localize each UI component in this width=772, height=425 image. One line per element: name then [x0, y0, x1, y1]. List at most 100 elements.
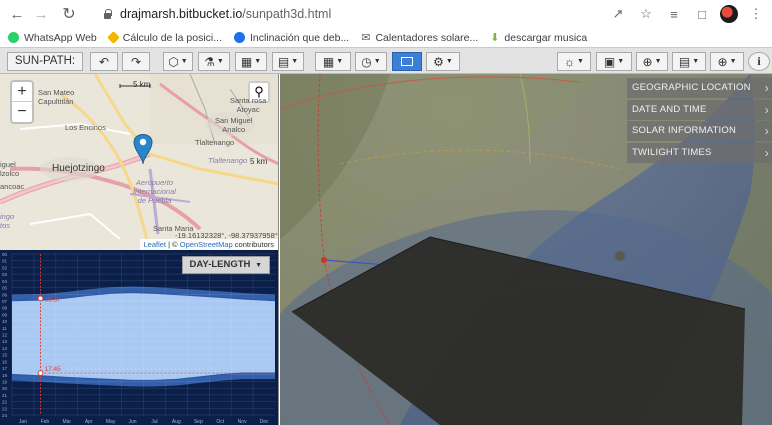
url-path: /sunpath3d.html [242, 7, 332, 21]
month-tick-label: Mar [62, 419, 71, 425]
url-field[interactable]: drajmarsh.bitbucket.io/sunpath3d.html [95, 3, 675, 25]
hour-tick-label: 02 [2, 265, 8, 270]
undo-icon: ↶ [98, 54, 110, 69]
hour-tick-label: 13 [2, 339, 8, 344]
hour-tick-label: 05 [2, 286, 8, 291]
bookmark-inclinacion[interactable]: Inclinación que deb... [233, 32, 349, 44]
menu-solar-information[interactable]: SOLAR INFORMATION [627, 121, 772, 141]
map-scale-top: 5 km [133, 80, 151, 89]
redo-button[interactable]: ↷ [122, 52, 150, 71]
sun-position-marker [321, 257, 327, 263]
share-icon[interactable]: ↗ [608, 4, 628, 24]
menu-twilight-times[interactable]: TWILIGHT TIMES [627, 142, 772, 163]
back-icon[interactable]: ← [6, 3, 28, 25]
day-length-chart: DAY-LENGTH ▼ 00 01 02 03 04 05 06 07 08 09 10 11 12 1… [0, 250, 279, 425]
shading-button[interactable]: ▤ ▼ [272, 52, 304, 71]
bookmark-arrow-icon [106, 31, 120, 44]
sunrise-marker [37, 295, 44, 302]
hour-tick-label: 21 [2, 393, 8, 398]
reload-icon[interactable]: ↻ [58, 3, 80, 25]
wordpress-icon [233, 32, 245, 43]
month-tick-label: May [106, 419, 116, 425]
hour-tick-label: 00 [2, 252, 8, 257]
display-button[interactable]: ▣ ▼ [596, 52, 632, 71]
bookmark-whatsapp[interactable]: WhatsApp Web [8, 32, 97, 44]
hour-tick-label: 07 [2, 299, 8, 304]
hour-tick-label: 03 [2, 272, 8, 277]
whatsapp-icon [8, 32, 19, 43]
info-menu: GEOGRAPHIC LOCATION DATE AND TIME SOLAR … [627, 78, 772, 164]
location-map[interactable]: + − ⚲ 5 km San Mateo Capultitlán Santa r… [0, 74, 279, 250]
month-tick-label: Feb [41, 419, 50, 425]
view-button[interactable]: ☼ ▼ [557, 52, 591, 71]
clock-button[interactable]: ◷ ▼ [355, 52, 387, 71]
map-label-left-2: ancoac [0, 182, 25, 191]
browser-address-bar: ← → ↻ drajmarsh.bitbucket.io/sunpath3d.h… [0, 0, 772, 28]
hour-tick-label: 15 [2, 353, 8, 358]
sunpath-3d-view[interactable]: GEOGRAPHIC LOCATION DATE AND TIME SOLAR … [280, 74, 772, 425]
month-tick-label: Jul [151, 419, 157, 425]
frame-icon [401, 57, 413, 66]
zoom-out-button[interactable]: − [12, 102, 32, 122]
map-label-los-encinos: Los Encinos [65, 123, 106, 132]
hour-tick-label: 01 [2, 259, 8, 264]
month-tick-label: Sep [194, 419, 203, 425]
forward-icon[interactable]: → [30, 3, 52, 25]
hour-tick-label: 06 [2, 292, 8, 297]
map-label-tlaltenango-italic: Tlaltenango [208, 156, 248, 165]
window-icon[interactable]: □ [692, 4, 712, 24]
hour-tick-label: 17 [2, 366, 8, 371]
grid-button[interactable]: ▦ ▼ [235, 52, 267, 71]
frame-button[interactable] [392, 52, 422, 71]
menu-date-and-time[interactable]: DATE AND TIME [627, 99, 772, 120]
model-button[interactable]: ⬡ ▼ [163, 52, 193, 71]
month-tick-label: Nov [238, 419, 247, 425]
undo-button[interactable]: ↶ [90, 52, 118, 71]
chevron-down-icon: ▼ [255, 262, 262, 269]
display-icon: ▣ [603, 54, 616, 69]
month-tick-label: Aug [172, 419, 181, 425]
bookmark-calculo[interactable]: Cálculo de la posici... [106, 31, 222, 44]
map-label-huejotzingo: Huejotzingo [52, 163, 105, 174]
chart-button[interactable]: ▤ ▼ [672, 52, 706, 71]
bookmark-descargar[interactable]: ⬇ descargar musica [490, 31, 587, 45]
zoom-in-button[interactable]: + [12, 82, 32, 102]
world-button[interactable]: ⊕ ▼ [710, 52, 744, 71]
leaflet-link[interactable]: Leaflet [144, 240, 167, 249]
view-icon: ☼ [564, 54, 576, 69]
map-label-santa-rosa: Santa rosa Atoyac [230, 96, 267, 114]
world-icon: ⊕ [717, 54, 728, 69]
hour-tick-label: 04 [2, 279, 8, 284]
model-icon: ⬡ [168, 54, 179, 69]
day-length-dropdown[interactable]: DAY-LENGTH ▼ [181, 256, 270, 274]
hour-tick-label: 22 [2, 400, 8, 405]
mail-icon: ✉ [361, 32, 371, 44]
star-icon[interactable]: ☆ [636, 4, 656, 24]
location-icon: ⚗ [204, 54, 215, 69]
settings-button[interactable]: ⚙ ▼ [426, 52, 460, 71]
lock-icon [103, 9, 112, 19]
month-tick-label: Jan [19, 419, 27, 425]
month-tick-label: Dec [260, 419, 269, 425]
reading-list-icon[interactable]: ≡ [664, 4, 684, 24]
sunset-marker [37, 370, 44, 376]
profile-avatar[interactable] [720, 5, 738, 23]
bookmark-calentadores[interactable]: ✉ Calentadores solare... [361, 31, 478, 45]
hour-tick-label: 12 [2, 333, 8, 338]
calendar-button[interactable]: ▦ ▼ [315, 52, 351, 71]
globe-button[interactable]: ⊕ ▼ [636, 52, 668, 71]
day-length-plot: 0001020304050607080910111213141516171819… [0, 250, 278, 425]
info-button[interactable]: i [748, 52, 770, 71]
osm-link[interactable]: OpenStreetMap [180, 240, 233, 249]
menu-geographic-location[interactable]: GEOGRAPHIC LOCATION [627, 78, 772, 98]
location-button[interactable]: ⚗ ▼ [198, 52, 230, 71]
map-zoom-control: + − [10, 80, 34, 124]
map-scale-side: 5 km [250, 157, 268, 166]
hour-tick-label: 08 [2, 306, 8, 311]
sunrise-time-label: 06:37 [44, 296, 61, 303]
chart-icon: ▤ [678, 54, 691, 69]
menu-dots-icon[interactable]: ⋮ [746, 4, 766, 24]
hour-tick-label: 11 [2, 326, 7, 331]
map-label-tlaltenango: Tlaltenango [195, 138, 235, 147]
map-attribution: Leaflet | © OpenStreetMap contributors [139, 239, 278, 250]
